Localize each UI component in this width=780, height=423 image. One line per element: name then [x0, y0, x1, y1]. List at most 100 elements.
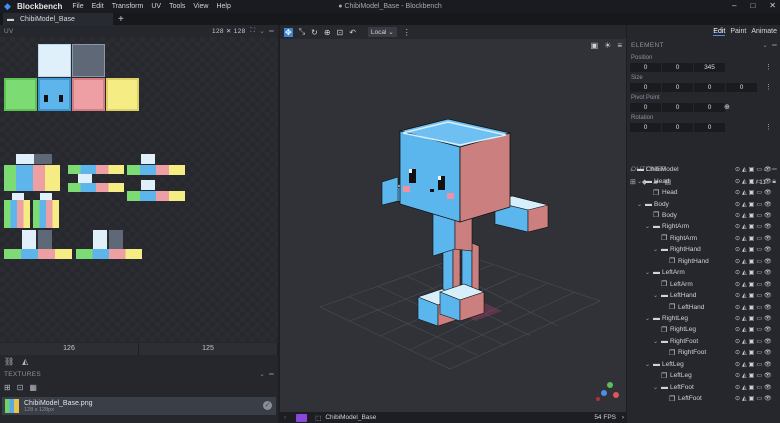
uv-face-foot[interactable]: [109, 230, 123, 249]
chevron-down-icon[interactable]: ⌄: [653, 338, 661, 345]
outliner-item-rightfoot[interactable]: ⌄ ▬ RightFoot: [653, 336, 698, 347]
mirror-icon[interactable]: ◭: [742, 384, 747, 391]
mirror-icon[interactable]: ◭: [742, 338, 747, 345]
outliner-item-body[interactable]: ⌄ ▬ Body: [637, 198, 669, 209]
outliner-item-rightarm[interactable]: ❐ RightArm: [653, 233, 697, 244]
uv-face-body[interactable]: [45, 165, 60, 191]
visibility-icon[interactable]: 👁︎: [764, 349, 772, 356]
mirror-icon[interactable]: ◭: [742, 246, 747, 253]
rotation-y[interactable]: 0: [662, 123, 693, 132]
chevron-down-icon[interactable]: ⌄: [637, 201, 645, 208]
position-z[interactable]: 345: [694, 63, 725, 72]
mirror-icon[interactable]: ◭: [742, 269, 747, 276]
export-icon[interactable]: ▣: [749, 189, 755, 196]
mirror-icon[interactable]: ◭: [742, 326, 747, 333]
size-y[interactable]: 0: [662, 83, 693, 92]
lock-icon[interactable]: ▭: [756, 338, 762, 345]
export-icon[interactable]: ▣: [749, 292, 755, 299]
export-icon[interactable]: ▣: [749, 246, 755, 253]
mirror-icon[interactable]: ◭: [22, 357, 28, 366]
create-texture-icon[interactable]: ⊡: [17, 383, 24, 392]
lock-icon[interactable]: ▭: [756, 166, 762, 173]
menu-uv[interactable]: UV: [151, 3, 161, 10]
lock-icon[interactable]: ▭: [756, 372, 762, 379]
mode-paint[interactable]: Paint: [730, 28, 746, 35]
visibility-icon[interactable]: 👁︎: [764, 395, 772, 402]
menu-edit[interactable]: Edit: [92, 3, 104, 10]
minimize-icon[interactable]: –: [732, 1, 736, 10]
autouv-icon[interactable]: ⊙: [735, 395, 740, 402]
visibility-icon[interactable]: 👁︎: [764, 246, 772, 253]
mode-animate[interactable]: Animate: [751, 28, 777, 35]
autouv-icon[interactable]: ⊙: [735, 235, 740, 242]
visibility-icon[interactable]: 👁︎: [764, 166, 772, 173]
autouv-icon[interactable]: ⊙: [735, 212, 740, 219]
uv-face-arm[interactable]: [68, 183, 124, 192]
chevron-down-icon[interactable]: ⌄: [645, 315, 653, 322]
export-icon[interactable]: ▣: [749, 326, 755, 333]
export-icon[interactable]: ▣: [749, 372, 755, 379]
lock-icon[interactable]: ▭: [756, 189, 762, 196]
menu-view[interactable]: View: [193, 3, 208, 10]
autouv-icon[interactable]: ⊙: [735, 338, 740, 345]
visibility-icon[interactable]: 👁︎: [764, 338, 772, 345]
outliner-item-rightarm[interactable]: ⌄ ▬ RightArm: [645, 221, 689, 232]
uv-face-body[interactable]: [16, 165, 33, 191]
chevron-down-icon[interactable]: ⌄: [645, 223, 653, 230]
mirror-icon[interactable]: ◭: [742, 235, 747, 242]
mirror-icon[interactable]: ◭: [742, 361, 747, 368]
panel-menu-icon[interactable]: ═: [772, 166, 777, 173]
autouv-icon[interactable]: ⊙: [735, 315, 740, 322]
autouv-icon[interactable]: ⊙: [735, 166, 740, 173]
export-icon[interactable]: ▣: [749, 212, 755, 219]
lock-icon[interactable]: 🔒︎: [772, 178, 776, 186]
pivot-tool-icon[interactable]: ⊕: [324, 28, 331, 37]
autouv-icon[interactable]: ⊙: [735, 326, 740, 333]
mirror-icon[interactable]: ◭: [742, 258, 747, 265]
new-tab-button[interactable]: +: [118, 14, 124, 25]
outliner-item-rightleg[interactable]: ⌄ ▬ RightLeg: [645, 313, 688, 324]
autouv-icon[interactable]: ⊙: [735, 189, 740, 196]
outliner-item-lefthand[interactable]: ❐ LeftHand: [661, 301, 704, 312]
uv-face-foot[interactable]: [93, 230, 107, 249]
autouv-icon[interactable]: ⊙: [735, 281, 740, 288]
uv-face-foot[interactable]: [38, 230, 52, 249]
lock-icon[interactable]: ▭: [756, 246, 762, 253]
export-icon[interactable]: ▣: [749, 201, 755, 208]
center-pivot-icon[interactable]: ⊕: [724, 103, 730, 111]
visibility-icon[interactable]: 👁︎: [764, 315, 772, 322]
visibility-icon[interactable]: 👁︎: [764, 201, 772, 208]
mirror-icon[interactable]: ◭: [742, 166, 747, 173]
outliner-item-righthand[interactable]: ⌄ ▬ RightHand: [653, 244, 701, 255]
uv-face-hand[interactable]: [141, 154, 155, 164]
uv-face-leg[interactable]: [12, 193, 24, 200]
uv-face-body[interactable]: [16, 154, 34, 164]
mirror-icon[interactable]: ◭: [742, 201, 747, 208]
move-tool-icon[interactable]: ✥: [284, 27, 293, 37]
transform-space-select[interactable]: Local ⌄: [367, 27, 397, 37]
mirror-icon[interactable]: ◭: [742, 212, 747, 219]
panel-menu-icon[interactable]: ═: [772, 42, 777, 49]
model-label[interactable]: ChibiModel_Base: [325, 414, 376, 421]
autouv-icon[interactable]: ⊙: [735, 361, 740, 368]
lock-icon[interactable]: ▭: [756, 349, 762, 356]
export-icon[interactable]: ▣: [749, 304, 755, 311]
lock-icon[interactable]: ▭: [756, 326, 762, 333]
add-cube-icon[interactable]: ⊞: [630, 178, 636, 186]
texture-grid-icon[interactable]: ▦: [29, 383, 37, 392]
check-icon[interactable]: ✓: [263, 401, 272, 410]
panel-menu-icon[interactable]: ═: [269, 371, 274, 378]
export-icon[interactable]: ▣: [749, 235, 755, 242]
chevron-down-icon[interactable]: ⌄: [645, 361, 653, 368]
outliner-item-rightleg[interactable]: ❐ RightLeg: [653, 324, 696, 335]
chevron-down-icon[interactable]: ⌄: [637, 178, 645, 185]
uv-footer-value-2[interactable]: 125: [139, 343, 278, 355]
mirror-icon[interactable]: ◭: [742, 281, 747, 288]
mirror-icon[interactable]: ◭: [742, 315, 747, 322]
export-icon[interactable]: ▣: [749, 384, 755, 391]
rotation-menu-icon[interactable]: ⋮: [765, 123, 772, 131]
autouv-icon[interactable]: ⊙: [735, 178, 740, 185]
autouv-icon[interactable]: ⊙: [735, 223, 740, 230]
uv-face-body[interactable]: [34, 154, 52, 164]
import-texture-icon[interactable]: ⊞: [4, 383, 11, 392]
